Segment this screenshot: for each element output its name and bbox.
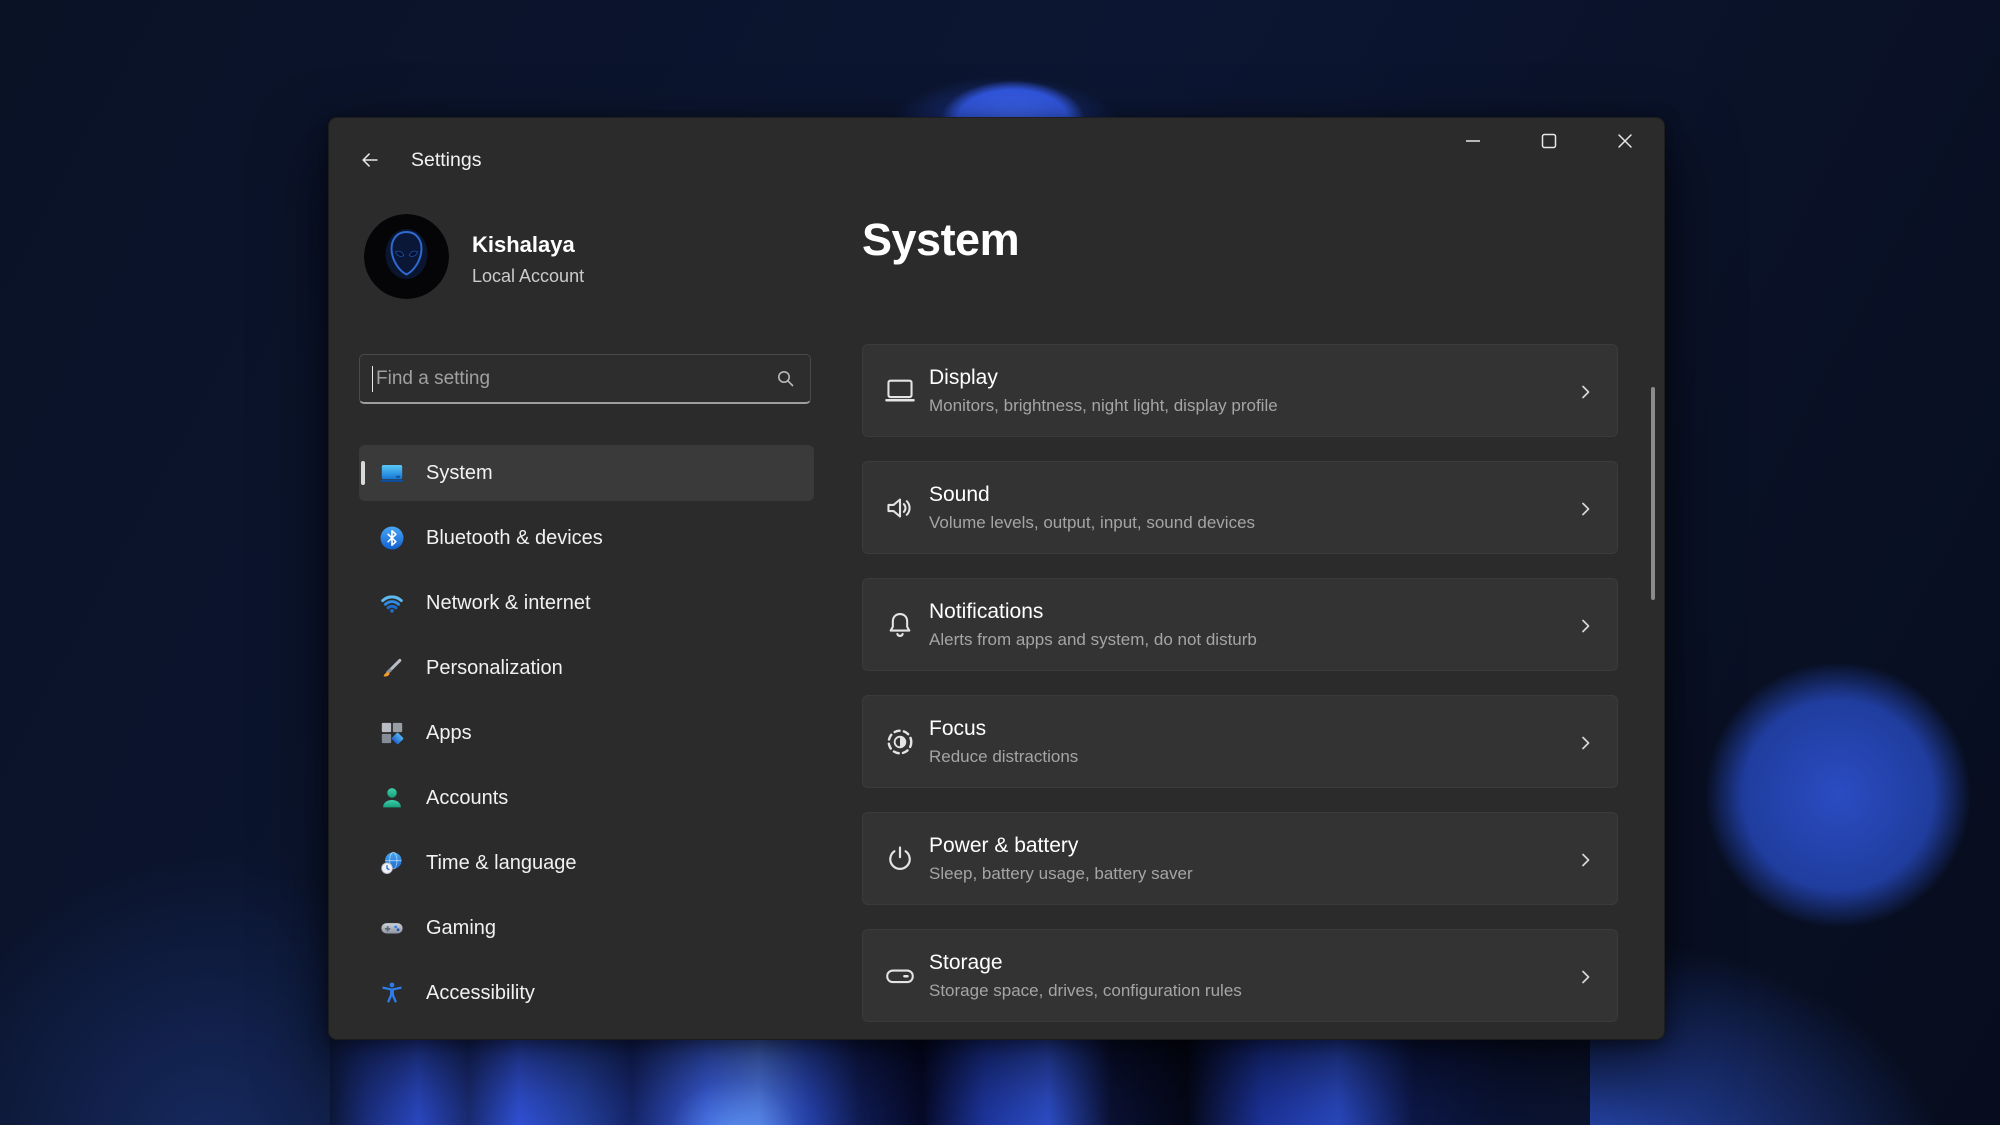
text-cursor bbox=[372, 366, 373, 392]
chevron-right-icon bbox=[1573, 965, 1597, 989]
chevron-right-icon bbox=[1573, 848, 1597, 872]
close-button[interactable] bbox=[1594, 122, 1656, 165]
settings-cards: Display Monitors, brightness, night ligh… bbox=[862, 344, 1618, 1046]
sound-icon bbox=[883, 491, 917, 525]
minimize-button[interactable] bbox=[1442, 122, 1504, 165]
sidebar-item-network-internet[interactable]: Network & internet bbox=[359, 575, 814, 631]
sidebar-item-system[interactable]: System bbox=[359, 445, 814, 501]
chevron-right-icon bbox=[1573, 497, 1597, 521]
maximize-button[interactable] bbox=[1518, 122, 1580, 165]
accessibility-icon bbox=[379, 980, 405, 1006]
focus-icon bbox=[883, 725, 917, 759]
sidebar-nav: System Bluetooth & devices Network & int… bbox=[359, 445, 814, 1030]
sidebar-item-accessibility[interactable]: Accessibility bbox=[359, 965, 814, 1021]
search-box bbox=[359, 354, 811, 404]
bluetooth-icon bbox=[379, 525, 405, 551]
sidebar-item-apps[interactable]: Apps bbox=[359, 705, 814, 761]
gaming-icon bbox=[379, 915, 405, 941]
system-icon bbox=[379, 460, 405, 486]
search-icon bbox=[775, 368, 797, 390]
scrollbar-thumb[interactable] bbox=[1651, 387, 1655, 600]
card-sound[interactable]: Sound Volume levels, output, input, soun… bbox=[862, 461, 1618, 554]
window-title: Settings bbox=[411, 149, 481, 172]
storage-icon bbox=[883, 959, 917, 993]
user-name: Kishalaya bbox=[472, 232, 575, 258]
back-icon bbox=[359, 149, 381, 176]
card-storage[interactable]: Storage Storage space, drives, configura… bbox=[862, 929, 1618, 1022]
desktop-wallpaper: Settings Kishalaya Local Account bbox=[0, 0, 2000, 1125]
personalization-icon bbox=[379, 655, 405, 681]
sidebar-item-bluetooth-devices[interactable]: Bluetooth & devices bbox=[359, 510, 814, 566]
chevron-right-icon bbox=[1573, 614, 1597, 638]
power-icon bbox=[883, 842, 917, 876]
card-power-battery[interactable]: Power & battery Sleep, battery usage, ba… bbox=[862, 812, 1618, 905]
notifications-icon bbox=[883, 608, 917, 642]
maximize-icon bbox=[1538, 130, 1560, 157]
sidebar-item-gaming[interactable]: Gaming bbox=[359, 900, 814, 956]
accounts-icon bbox=[379, 785, 405, 811]
minimize-icon bbox=[1462, 130, 1484, 157]
settings-window: Settings Kishalaya Local Account bbox=[328, 117, 1665, 1040]
sidebar-item-personalization[interactable]: Personalization bbox=[359, 640, 814, 696]
sidebar-item-time-language[interactable]: Time & language bbox=[359, 835, 814, 891]
search-input[interactable] bbox=[359, 354, 811, 404]
sidebar-item-accounts[interactable]: Accounts bbox=[359, 770, 814, 826]
close-icon bbox=[1614, 130, 1636, 157]
avatar[interactable] bbox=[364, 214, 449, 299]
user-account-type: Local Account bbox=[472, 266, 584, 287]
network-icon bbox=[379, 590, 405, 616]
display-icon bbox=[883, 374, 917, 408]
chevron-right-icon bbox=[1573, 731, 1597, 755]
chevron-right-icon bbox=[1573, 380, 1597, 404]
page-title: System bbox=[862, 214, 1019, 266]
selected-indicator bbox=[361, 461, 365, 485]
card-focus[interactable]: Focus Reduce distractions bbox=[862, 695, 1618, 788]
time-language-icon bbox=[379, 850, 405, 876]
back-button[interactable] bbox=[353, 146, 387, 178]
apps-icon bbox=[379, 720, 405, 746]
card-display[interactable]: Display Monitors, brightness, night ligh… bbox=[862, 344, 1618, 437]
card-notifications[interactable]: Notifications Alerts from apps and syste… bbox=[862, 578, 1618, 671]
window-controls bbox=[1442, 122, 1656, 165]
wallpaper-bloom-petals bbox=[330, 1036, 1590, 1125]
